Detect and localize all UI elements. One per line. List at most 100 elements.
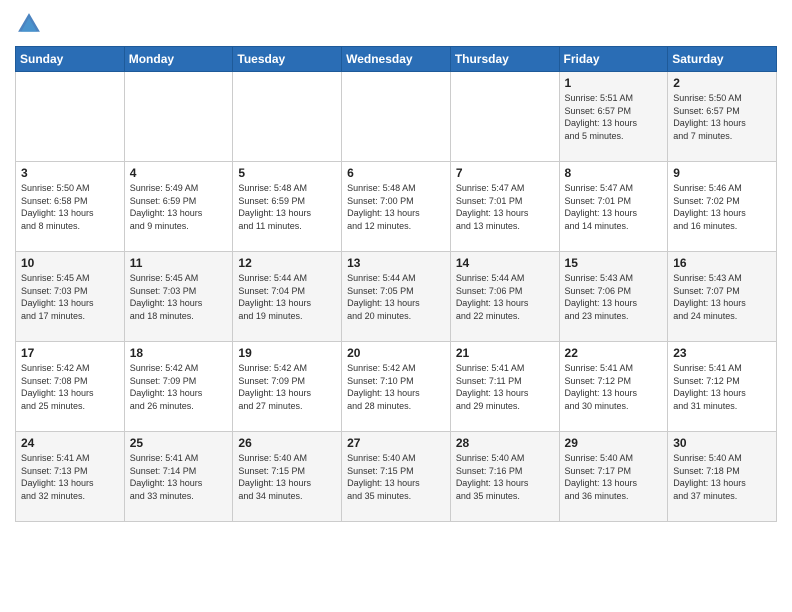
day-number: 24 <box>21 436 120 450</box>
day-number: 6 <box>347 166 446 180</box>
day-number: 30 <box>673 436 772 450</box>
day-number: 22 <box>565 346 664 360</box>
weekday-header: Monday <box>124 47 233 72</box>
day-info: Sunrise: 5:42 AM Sunset: 7:08 PM Dayligh… <box>21 362 120 412</box>
weekday-header: Tuesday <box>233 47 342 72</box>
calendar: SundayMondayTuesdayWednesdayThursdayFrid… <box>15 46 777 522</box>
weekday-header: Saturday <box>668 47 777 72</box>
day-info: Sunrise: 5:43 AM Sunset: 7:07 PM Dayligh… <box>673 272 772 322</box>
weekday-header: Thursday <box>450 47 559 72</box>
day-info: Sunrise: 5:47 AM Sunset: 7:01 PM Dayligh… <box>456 182 555 232</box>
day-number: 20 <box>347 346 446 360</box>
day-number: 9 <box>673 166 772 180</box>
day-number: 14 <box>456 256 555 270</box>
calendar-week-row: 3Sunrise: 5:50 AM Sunset: 6:58 PM Daylig… <box>16 162 777 252</box>
weekday-header: Friday <box>559 47 668 72</box>
day-info: Sunrise: 5:42 AM Sunset: 7:09 PM Dayligh… <box>238 362 337 412</box>
calendar-cell: 18Sunrise: 5:42 AM Sunset: 7:09 PM Dayli… <box>124 342 233 432</box>
calendar-cell: 10 Sunrise: 5:45 AM Sunset: 7:03 PM Dayli… <box>16 252 125 342</box>
calendar-cell <box>124 72 233 162</box>
day-number: 10 <box>21 256 120 270</box>
day-number: 1 <box>565 76 664 90</box>
day-info: Sunrise: 5:41 AM Sunset: 7:11 PM Dayligh… <box>456 362 555 412</box>
calendar-cell: 11Sunrise: 5:45 AM Sunset: 7:03 PM Dayli… <box>124 252 233 342</box>
calendar-cell: 16 Sunrise: 5:43 AM Sunset: 7:07 PM Dayli… <box>668 252 777 342</box>
logo <box>15 10 45 38</box>
day-number: 8 <box>565 166 664 180</box>
day-info: Sunrise: 5:48 AM Sunset: 6:59 PM Dayligh… <box>238 182 337 232</box>
calendar-cell: 20Sunrise: 5:42 AM Sunset: 7:10 PM Dayli… <box>342 342 451 432</box>
calendar-cell: 24 Sunrise: 5:41 AM Sunset: 7:13 PM Dayli… <box>16 432 125 522</box>
day-number: 16 <box>673 256 772 270</box>
day-info: Sunrise: 5:50 AM Sunset: 6:57 PM Dayligh… <box>673 92 772 142</box>
day-number: 26 <box>238 436 337 450</box>
calendar-cell: 7 Sunrise: 5:47 AM Sunset: 7:01 PM Daylig… <box>450 162 559 252</box>
calendar-cell <box>342 72 451 162</box>
calendar-cell <box>450 72 559 162</box>
day-number: 13 <box>347 256 446 270</box>
day-number: 23 <box>673 346 772 360</box>
day-number: 21 <box>456 346 555 360</box>
day-info: Sunrise: 5:45 AM Sunset: 7:03 PM Dayligh… <box>130 272 229 322</box>
day-info: Sunrise: 5:40 AM Sunset: 7:15 PM Dayligh… <box>238 452 337 502</box>
calendar-cell: 17 Sunrise: 5:42 AM Sunset: 7:08 PM Dayli… <box>16 342 125 432</box>
day-number: 5 <box>238 166 337 180</box>
day-info: Sunrise: 5:51 AM Sunset: 6:57 PM Dayligh… <box>565 92 664 142</box>
day-info: Sunrise: 5:44 AM Sunset: 7:06 PM Dayligh… <box>456 272 555 322</box>
calendar-cell: 15Sunrise: 5:43 AM Sunset: 7:06 PM Dayli… <box>559 252 668 342</box>
calendar-cell: 21 Sunrise: 5:41 AM Sunset: 7:11 PM Dayli… <box>450 342 559 432</box>
calendar-week-row: 17 Sunrise: 5:42 AM Sunset: 7:08 PM Dayli… <box>16 342 777 432</box>
calendar-cell: 25Sunrise: 5:41 AM Sunset: 7:14 PM Dayli… <box>124 432 233 522</box>
calendar-cell: 5 Sunrise: 5:48 AM Sunset: 6:59 PM Daylig… <box>233 162 342 252</box>
calendar-header-row: SundayMondayTuesdayWednesdayThursdayFrid… <box>16 47 777 72</box>
day-number: 4 <box>130 166 229 180</box>
day-info: Sunrise: 5:48 AM Sunset: 7:00 PM Dayligh… <box>347 182 446 232</box>
calendar-week-row: 24 Sunrise: 5:41 AM Sunset: 7:13 PM Dayli… <box>16 432 777 522</box>
day-info: Sunrise: 5:44 AM Sunset: 7:05 PM Dayligh… <box>347 272 446 322</box>
day-info: Sunrise: 5:47 AM Sunset: 7:01 PM Dayligh… <box>565 182 664 232</box>
day-number: 2 <box>673 76 772 90</box>
day-info: Sunrise: 5:40 AM Sunset: 7:17 PM Dayligh… <box>565 452 664 502</box>
day-info: Sunrise: 5:41 AM Sunset: 7:12 PM Dayligh… <box>565 362 664 412</box>
day-info: Sunrise: 5:46 AM Sunset: 7:02 PM Dayligh… <box>673 182 772 232</box>
day-info: Sunrise: 5:40 AM Sunset: 7:16 PM Dayligh… <box>456 452 555 502</box>
page: SundayMondayTuesdayWednesdayThursdayFrid… <box>0 0 792 532</box>
day-number: 18 <box>130 346 229 360</box>
calendar-cell: 6 Sunrise: 5:48 AM Sunset: 7:00 PM Daylig… <box>342 162 451 252</box>
calendar-cell: 30 Sunrise: 5:40 AM Sunset: 7:18 PM Dayli… <box>668 432 777 522</box>
day-number: 27 <box>347 436 446 450</box>
day-info: Sunrise: 5:50 AM Sunset: 6:58 PM Dayligh… <box>21 182 120 232</box>
day-number: 7 <box>456 166 555 180</box>
day-number: 29 <box>565 436 664 450</box>
calendar-cell: 2 Sunrise: 5:50 AM Sunset: 6:57 PM Daylig… <box>668 72 777 162</box>
calendar-cell: 3Sunrise: 5:50 AM Sunset: 6:58 PM Daylig… <box>16 162 125 252</box>
calendar-cell: 1 Sunrise: 5:51 AM Sunset: 6:57 PM Daylig… <box>559 72 668 162</box>
day-info: Sunrise: 5:45 AM Sunset: 7:03 PM Dayligh… <box>21 272 120 322</box>
day-number: 25 <box>130 436 229 450</box>
calendar-week-row: 1 Sunrise: 5:51 AM Sunset: 6:57 PM Daylig… <box>16 72 777 162</box>
weekday-header: Sunday <box>16 47 125 72</box>
day-number: 19 <box>238 346 337 360</box>
day-info: Sunrise: 5:40 AM Sunset: 7:18 PM Dayligh… <box>673 452 772 502</box>
day-info: Sunrise: 5:41 AM Sunset: 7:13 PM Dayligh… <box>21 452 120 502</box>
calendar-cell: 29 Sunrise: 5:40 AM Sunset: 7:17 PM Dayli… <box>559 432 668 522</box>
calendar-cell: 27 Sunrise: 5:40 AM Sunset: 7:15 PM Dayli… <box>342 432 451 522</box>
day-number: 17 <box>21 346 120 360</box>
calendar-cell: 23 Sunrise: 5:41 AM Sunset: 7:12 PM Dayli… <box>668 342 777 432</box>
day-info: Sunrise: 5:44 AM Sunset: 7:04 PM Dayligh… <box>238 272 337 322</box>
calendar-cell: 13 Sunrise: 5:44 AM Sunset: 7:05 PM Dayli… <box>342 252 451 342</box>
day-number: 12 <box>238 256 337 270</box>
day-number: 15 <box>565 256 664 270</box>
calendar-cell: 12 Sunrise: 5:44 AM Sunset: 7:04 PM Dayli… <box>233 252 342 342</box>
calendar-cell <box>16 72 125 162</box>
calendar-cell: 8 Sunrise: 5:47 AM Sunset: 7:01 PM Daylig… <box>559 162 668 252</box>
calendar-cell: 22 Sunrise: 5:41 AM Sunset: 7:12 PM Dayli… <box>559 342 668 432</box>
logo-icon <box>15 10 43 38</box>
day-number: 28 <box>456 436 555 450</box>
day-info: Sunrise: 5:41 AM Sunset: 7:12 PM Dayligh… <box>673 362 772 412</box>
calendar-cell: 19 Sunrise: 5:42 AM Sunset: 7:09 PM Dayli… <box>233 342 342 432</box>
header <box>15 10 777 38</box>
day-info: Sunrise: 5:40 AM Sunset: 7:15 PM Dayligh… <box>347 452 446 502</box>
weekday-header: Wednesday <box>342 47 451 72</box>
day-info: Sunrise: 5:49 AM Sunset: 6:59 PM Dayligh… <box>130 182 229 232</box>
